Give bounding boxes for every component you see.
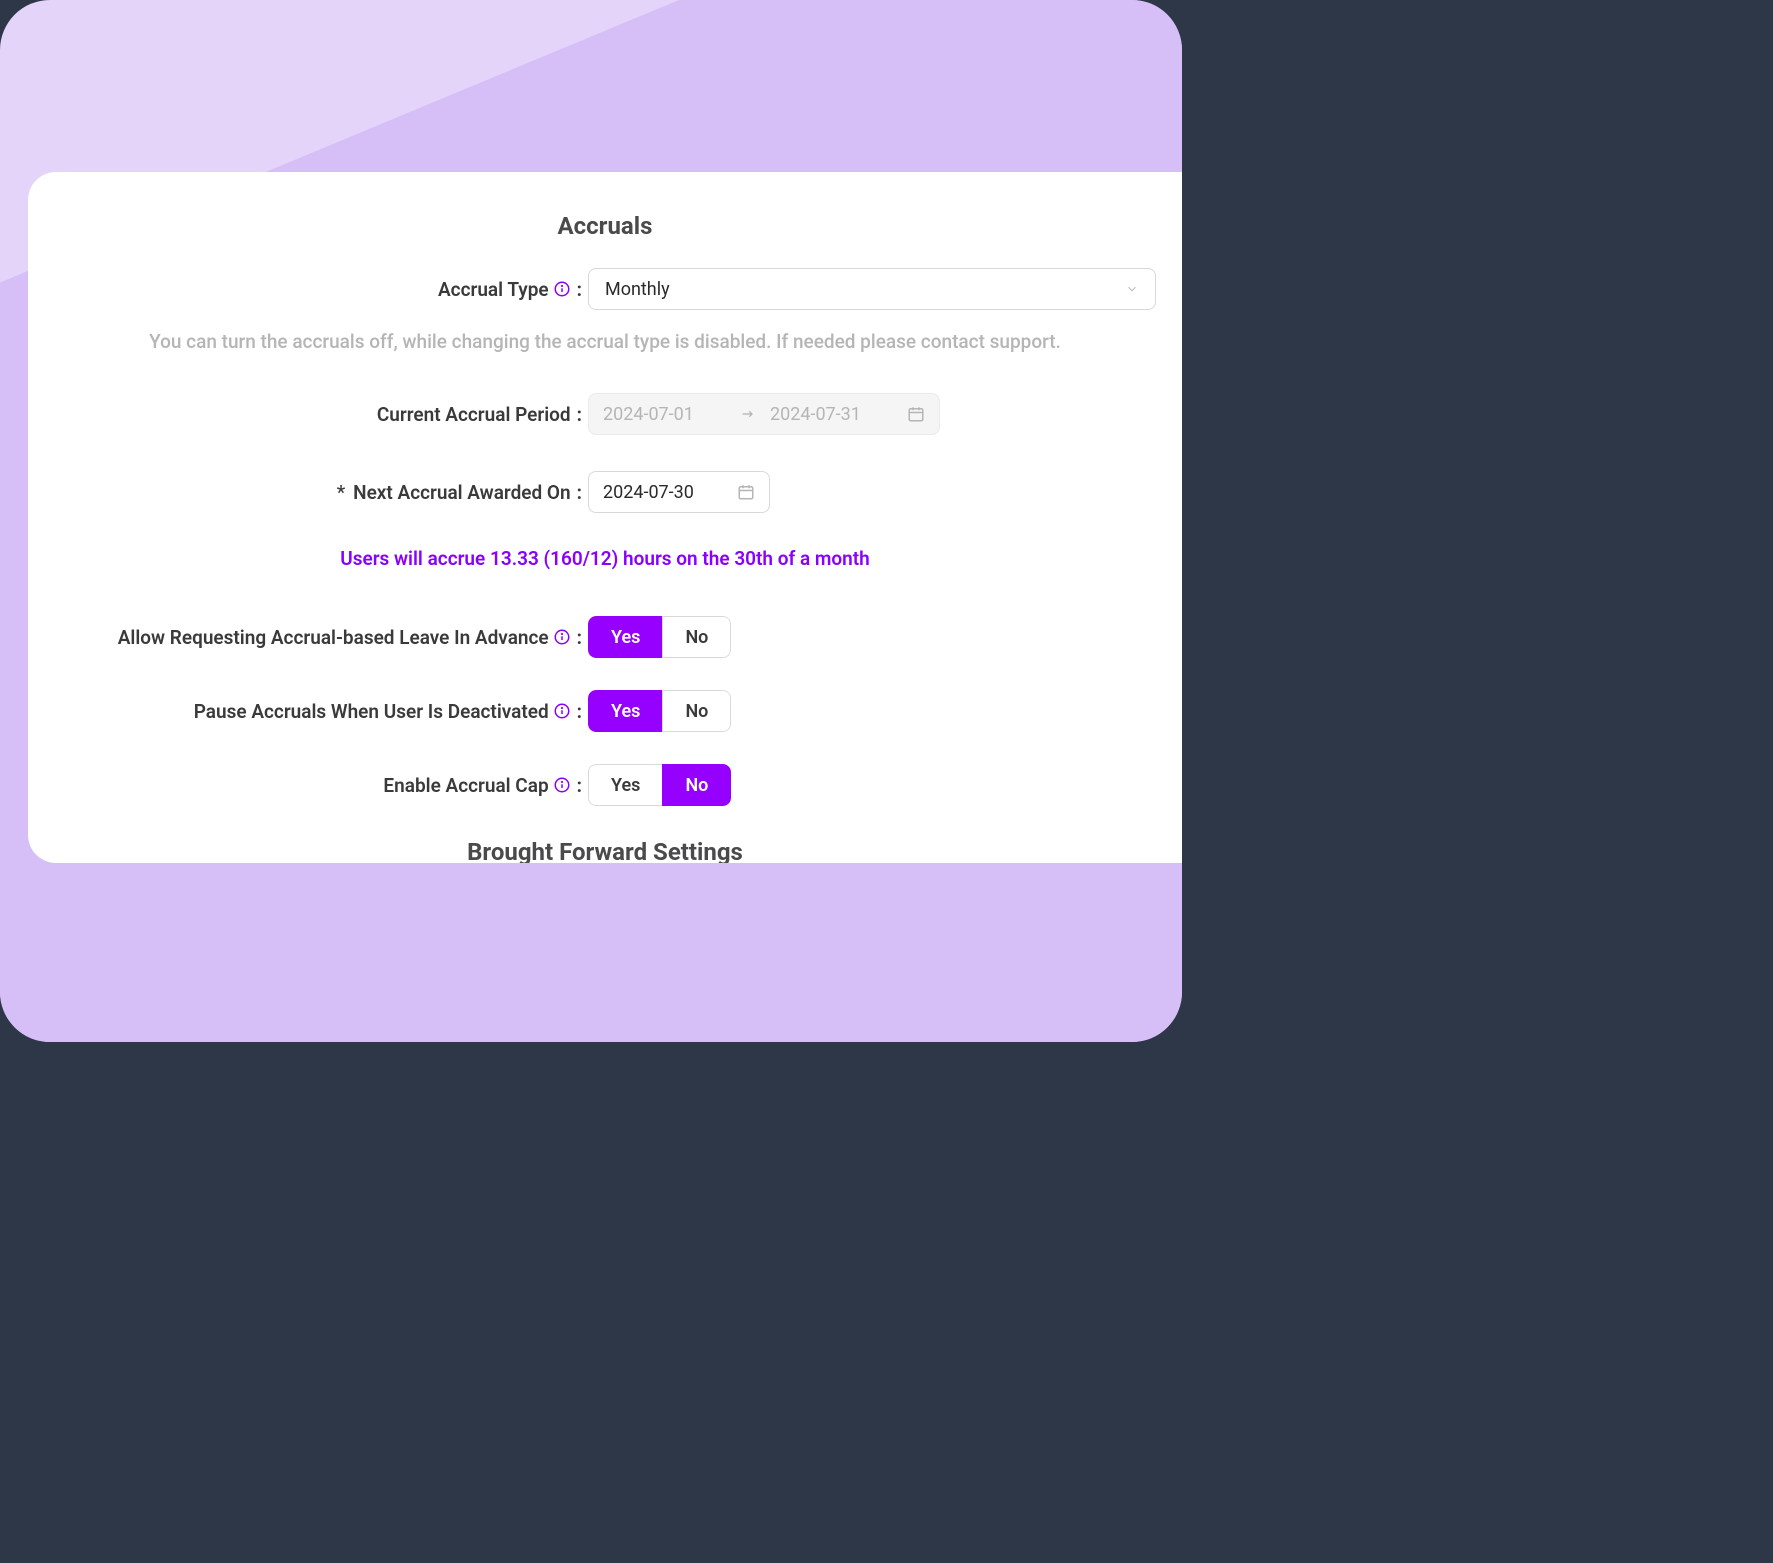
allow-advance-no[interactable]: No (662, 616, 731, 658)
enable-cap-yes[interactable]: Yes (588, 764, 662, 806)
next-awarded-date-input[interactable]: 2024-07-30 (588, 471, 770, 513)
current-period-range: 2024-07-01 2024-07-31 (588, 393, 940, 435)
chevron-down-icon (1125, 282, 1139, 296)
period-end: 2024-07-31 (770, 404, 893, 425)
row-pause-deactivated: Pause Accruals When User Is Deactivated … (88, 690, 1122, 732)
row-next-awarded: * Next Accrual Awarded On : 2024-07-30 (88, 471, 1122, 513)
pause-deactivated-no[interactable]: No (662, 690, 731, 732)
info-icon[interactable] (553, 280, 571, 298)
row-current-period: Current Accrual Period : 2024-07-01 2024… (88, 393, 1122, 435)
label-next-awarded: Next Accrual Awarded On (353, 481, 571, 504)
label-allow-advance: Allow Requesting Accrual-based Leave In … (118, 626, 549, 649)
pause-deactivated-yes[interactable]: Yes (588, 690, 662, 732)
helper-text: You can turn the accruals off, while cha… (88, 330, 1122, 353)
section-title-accruals: Accruals (88, 212, 1122, 240)
info-icon[interactable] (553, 628, 571, 646)
required-asterisk: * (337, 481, 345, 504)
label-enable-cap: Enable Accrual Cap (383, 774, 548, 797)
calendar-icon (737, 483, 755, 501)
label-pause-deactivated: Pause Accruals When User Is Deactivated (194, 700, 549, 723)
allow-advance-yes[interactable]: Yes (588, 616, 662, 658)
info-icon[interactable] (553, 702, 571, 720)
calendar-icon (907, 405, 925, 423)
row-allow-advance: Allow Requesting Accrual-based Leave In … (88, 616, 1122, 658)
label-current-period: Current Accrual Period (377, 403, 571, 426)
enable-cap-toggle: Yes No (588, 764, 731, 806)
accrual-type-select[interactable]: Monthly (588, 268, 1156, 310)
info-icon[interactable] (553, 776, 571, 794)
next-awarded-value: 2024-07-30 (603, 482, 694, 503)
accrue-message: Users will accrue 13.33 (160/12) hours o… (88, 547, 1122, 570)
row-enable-cap: Enable Accrual Cap : Yes No (88, 764, 1122, 806)
label-accrual-type: Accrual Type (438, 278, 549, 301)
enable-cap-no[interactable]: No (662, 764, 731, 806)
row-accrual-type: Accrual Type : Monthly (88, 268, 1122, 310)
pause-deactivated-toggle: Yes No (588, 690, 731, 732)
settings-card: Accruals Accrual Type : Monthly You can … (28, 172, 1182, 863)
section-title-brought-forward: Brought Forward Settings (88, 838, 1122, 863)
allow-advance-toggle: Yes No (588, 616, 731, 658)
arrow-right-icon (740, 406, 756, 422)
page-background: Accruals Accrual Type : Monthly You can … (0, 0, 1182, 1042)
accrual-type-value: Monthly (605, 279, 670, 300)
period-start: 2024-07-01 (603, 404, 726, 425)
